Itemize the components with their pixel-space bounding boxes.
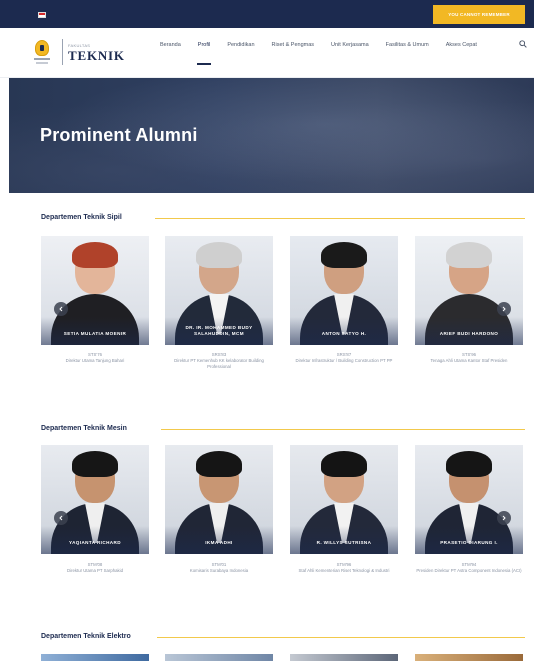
- nav-item-akses-cepat[interactable]: Akses Cepat: [446, 42, 477, 48]
- carousel-prev-button[interactable]: [54, 302, 68, 316]
- nav-item-beranda[interactable]: Beranda: [160, 42, 181, 48]
- top-bar: YOU CANNOT REMEMBER: [0, 0, 534, 28]
- section-title-sipil: Departemen Teknik Sipil: [41, 214, 122, 221]
- alumni-card-partial[interactable]: [290, 654, 398, 661]
- alumni-card[interactable]: DR. IR. MOHAMMED BUDY SALAHUDDIN, MCM: [165, 236, 273, 345]
- alumni-role: Tenaga Ahli Utama Kantor Staf Presiden: [430, 358, 508, 363]
- university-logo-icon[interactable]: [34, 38, 50, 66]
- nav-item-riset[interactable]: Riset & Pengmas: [272, 42, 315, 48]
- alumni-caption: SRS'83 Direktur PT Kemenhub KK kelaborat…: [165, 352, 273, 370]
- page-title: Prominent Alumni: [40, 125, 198, 145]
- alumni-caption: SRS'87 Direktur Infrastruktur / Building…: [290, 352, 398, 364]
- search-icon[interactable]: [519, 40, 527, 48]
- alumni-name: DR. IR. MOHAMMED BUDY SALAHUDDIN, MCM: [185, 325, 253, 336]
- alumni-name: YAQIANTA RICHARD: [69, 540, 121, 545]
- alumni-card[interactable]: YAQIANTA RICHARD: [41, 445, 149, 554]
- chevron-left-icon: [59, 515, 63, 521]
- alumni-card[interactable]: PRASETIO DIARUNG I.: [415, 445, 523, 554]
- section-divider: [157, 637, 525, 638]
- alumni-name: ARIEF BUDI HARDONO: [439, 331, 499, 336]
- section-divider: [155, 218, 525, 219]
- indonesia-flag-icon[interactable]: [38, 12, 46, 18]
- alumni-name: R. WILLYS SUTRISNA: [316, 540, 372, 545]
- alumni-caption: STM'96 Staf Ahli Kementerian Riset Tekno…: [290, 562, 398, 574]
- alumni-caption: STM'01 Komisaris Surabaya Indonesia: [165, 562, 273, 574]
- alumni-role: Direktur Utama PT Sarphakid: [66, 568, 124, 573]
- hero-banner: Prominent Alumni: [9, 78, 534, 193]
- nav-item-fasilitas[interactable]: Fasilitas & Umum: [386, 42, 429, 48]
- nav-item-profil[interactable]: Profil: [196, 42, 211, 65]
- section-divider: [161, 429, 525, 430]
- primary-nav: Beranda Profil Pendidikan Riset & Pengma…: [160, 42, 477, 65]
- section-title-mesin: Departemen Teknik Mesin: [41, 425, 127, 432]
- alumni-card-partial[interactable]: [165, 654, 273, 661]
- chevron-right-icon: [502, 306, 506, 312]
- chevron-right-icon: [502, 515, 506, 521]
- alumni-name: PRASETIO DIARUNG I.: [440, 540, 498, 545]
- alumni-card[interactable]: SETIA MULATIA MOENIR: [41, 236, 149, 345]
- nav-item-pendidikan[interactable]: Pendidikan: [227, 42, 254, 48]
- alumni-caption: STS'76 Direktur Utama Tanjung Bahari: [41, 352, 149, 364]
- alumni-card[interactable]: ANTON SATYO H.: [290, 236, 398, 345]
- chevron-left-icon: [59, 306, 63, 312]
- carousel-next-button[interactable]: [497, 302, 511, 316]
- alumni-card-partial[interactable]: [41, 654, 149, 661]
- alumni-caption: STS'96 Tenaga Ahli Utama Kantor Staf Pre…: [415, 352, 523, 364]
- alumni-caption: STM'08 Direktur Utama PT Sarphakid: [41, 562, 149, 574]
- alumni-name: SETIA MULATIA MOENIR: [63, 331, 127, 336]
- alumni-card[interactable]: ARIEF BUDI HARDONO: [415, 236, 523, 345]
- main-navbar: FAKULTAS TEKNIK Beranda Profil Pendidika…: [0, 28, 534, 78]
- carousel-next-button[interactable]: [497, 511, 511, 525]
- alumni-role: Direktur PT Kemenhub KK kelaborator Buil…: [174, 358, 264, 369]
- alumni-role: Direktur Infrastruktur / Building Constr…: [295, 358, 393, 363]
- alumni-role: Presiden Direktur PT Astra Component Ind…: [416, 568, 522, 573]
- alumni-role: Komisaris Surabaya Indonesia: [189, 568, 249, 573]
- carousel-prev-button[interactable]: [54, 511, 68, 525]
- alumni-name: IKMA ADHI: [205, 540, 233, 545]
- logo-title[interactable]: TEKNIK: [68, 48, 125, 64]
- alumni-role: Direktur Utama Tanjung Bahari: [65, 358, 125, 363]
- top-cta-button[interactable]: YOU CANNOT REMEMBER: [433, 5, 525, 24]
- alumni-card[interactable]: IKMA ADHI: [165, 445, 273, 554]
- nav-item-kerjasama[interactable]: Unit Kerjasama: [331, 42, 369, 48]
- alumni-name: ANTON SATYO H.: [321, 331, 367, 336]
- alumni-role: Staf Ahli Kementerian Riset Teknologi & …: [298, 568, 390, 573]
- alumni-card[interactable]: R. WILLYS SUTRISNA: [290, 445, 398, 554]
- section-title-elektro: Departemen Teknik Elektro: [41, 633, 131, 640]
- logo-divider: [62, 39, 63, 65]
- alumni-caption: STM'94 Presiden Direktur PT Astra Compon…: [415, 562, 523, 574]
- alumni-card-partial[interactable]: [415, 654, 523, 661]
